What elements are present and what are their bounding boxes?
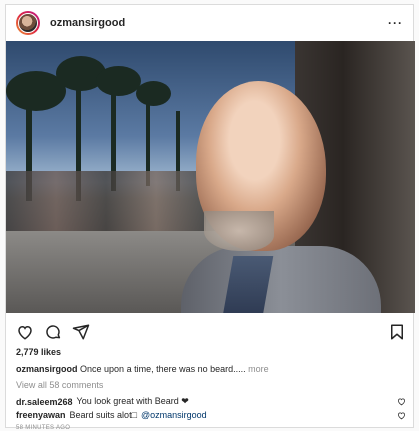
post-caption: ozmansirgood Once upon a time, there was… <box>16 364 269 374</box>
post-card: ozmansirgood ··· 2,779 likes ozmansirgoo… <box>5 4 415 431</box>
comment-item: dr.saleem268 You look great with Beard ❤ <box>16 396 406 407</box>
share-icon[interactable] <box>72 323 90 341</box>
avatar[interactable] <box>16 11 40 35</box>
comment-username[interactable]: dr.saleem268 <box>16 397 73 407</box>
heart-icon[interactable] <box>16 323 34 341</box>
caption-text: Once upon a time, there was no beard....… <box>80 364 246 374</box>
comment-text: You look great with Beard ❤ <box>76 396 189 406</box>
comment-icon[interactable] <box>44 323 62 341</box>
more-options-icon[interactable]: ··· <box>388 16 403 30</box>
likes-count[interactable]: 2,779 likes <box>16 347 61 357</box>
comment-like-icon[interactable] <box>397 397 406 406</box>
comment-mention[interactable]: @ozmansirgood <box>141 410 207 420</box>
comment-text: Beard suits alot□ <box>69 410 138 420</box>
comment-username[interactable]: freenyawan <box>16 410 66 420</box>
post-username[interactable]: ozmansirgood <box>50 17 125 29</box>
bookmark-icon[interactable] <box>388 323 406 341</box>
post-header: ozmansirgood ··· <box>6 5 413 41</box>
post-timestamp[interactable]: 58 MINUTES AGO <box>16 425 70 431</box>
post-actions <box>16 321 406 343</box>
caption-username[interactable]: ozmansirgood <box>16 364 78 374</box>
comment-item: freenyawan Beard suits alot□ @ozmansirgo… <box>16 410 406 420</box>
post-photo[interactable] <box>6 41 415 313</box>
caption-more-link[interactable]: more <box>248 364 269 374</box>
view-all-comments-link[interactable]: View all 58 comments <box>16 380 103 390</box>
comment-like-icon[interactable] <box>397 411 406 420</box>
